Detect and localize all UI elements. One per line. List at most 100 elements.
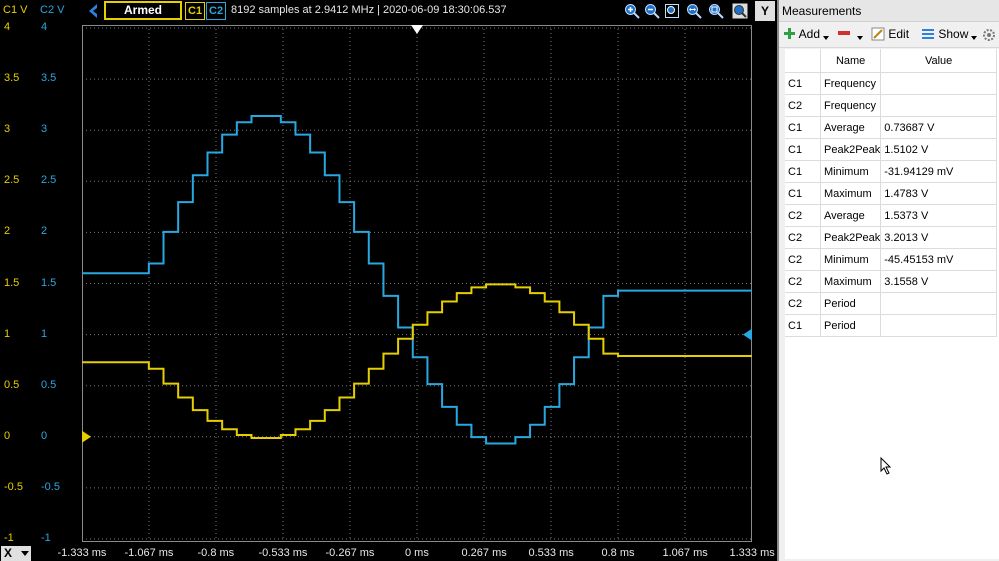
c2-y-tick-label: 3 <box>41 123 48 136</box>
value-cell: 1.4783 V <box>880 182 997 205</box>
value-cell: 3.2013 V <box>880 226 997 249</box>
table-row[interactable]: C1 Frequency <box>785 72 997 95</box>
gear-icon[interactable] <box>982 28 996 42</box>
add-measurement-button[interactable]: Add <box>783 27 830 41</box>
measurements-table: Name Value C1 Frequency C2 Frequency C1 Averag… <box>785 49 997 337</box>
value-cell: -31.94129 mV <box>880 160 997 183</box>
zoom-reset-icon[interactable] <box>732 3 748 19</box>
channel-cell: C2 <box>785 270 821 293</box>
zoom-box-icon[interactable] <box>664 3 680 19</box>
x-tick-label: 0.533 ms <box>528 547 574 559</box>
channel-cell: C2 <box>785 204 821 227</box>
table-row[interactable]: C2 Period <box>785 292 997 315</box>
channel-c1-tag[interactable]: C1 <box>185 2 205 20</box>
c2-y-tick-label: 3.5 <box>41 72 57 85</box>
table-row[interactable]: C2 Minimum -45.45153 mV <box>785 248 997 271</box>
table-row[interactable]: C1 Minimum -31.94129 mV <box>785 160 997 183</box>
name-cell: Frequency <box>820 72 882 95</box>
chevron-down-icon <box>21 551 29 556</box>
minus-icon <box>838 31 850 35</box>
c2-axis-header: C2 V <box>40 4 65 16</box>
plus-icon <box>784 28 795 39</box>
column-header[interactable]: Value <box>880 49 997 73</box>
table-row[interactable]: C1 Average 0.73687 V <box>785 116 997 139</box>
channel-cell: C1 <box>785 314 821 337</box>
show-label: Show <box>938 27 969 41</box>
value-cell: -45.45153 mV <box>880 248 997 271</box>
c2-y-tick-label: -1 <box>41 532 51 544</box>
name-cell: Maximum <box>820 182 882 205</box>
edit-icon <box>871 27 885 41</box>
scope-toolbar: C1 V C2 V Armed C1 C2 8192 samples at 2.… <box>0 0 777 22</box>
edit-label: Edit <box>888 27 910 41</box>
add-label: Add <box>798 27 821 41</box>
c1-y-tick-label: 2.5 <box>4 174 20 187</box>
measurements-table-container: Name Value C1 Frequency C2 Frequency C1 Averag… <box>785 49 999 559</box>
c1-y-tick-label: 0.5 <box>4 378 20 391</box>
x-tick-label: 0 ms <box>405 547 429 559</box>
table-row[interactable]: C2 Maximum 3.1558 V <box>785 270 997 293</box>
table-row[interactable]: C1 Peak2Peak 1.5102 V <box>785 138 997 161</box>
mouse-cursor-icon <box>880 457 892 475</box>
zoom-fit-icon[interactable] <box>708 3 724 19</box>
channel-cell: C2 <box>785 226 821 249</box>
name-cell: Maximum <box>820 270 882 293</box>
measurements-toolbar: Add Edit Show <box>779 23 999 48</box>
c2-y-tick-label: 0.5 <box>41 378 57 391</box>
x-tick-label: 0.267 ms <box>461 547 507 559</box>
table-row[interactable]: C1 Maximum 1.4783 V <box>785 182 997 205</box>
c1-y-tick-label: 1.5 <box>4 276 20 289</box>
value-cell <box>880 72 997 95</box>
c1-y-tick-label: 3 <box>4 123 11 136</box>
c2-y-tick-label: 2 <box>41 225 48 238</box>
scope-view[interactable]: C1 V C2 V Armed C1 C2 8192 samples at 2.… <box>0 0 777 561</box>
c2-y-tick-label: 0 <box>41 429 48 442</box>
name-cell: Period <box>820 314 882 337</box>
edit-measurement-button[interactable]: Edit <box>871 27 909 41</box>
zoom-out-icon[interactable] <box>644 3 660 19</box>
x-axis-button-label: X <box>4 546 13 560</box>
channel-c2-tag[interactable]: C2 <box>206 2 226 20</box>
x-tick-label: -0.8 ms <box>197 547 235 559</box>
x-axis-button[interactable]: X <box>1 546 31 561</box>
x-tick-label: 1.067 ms <box>662 547 708 559</box>
waveform-plot[interactable] <box>82 25 752 542</box>
table-header-row: Name Value <box>785 49 997 73</box>
x-axis-bar <box>0 545 777 561</box>
list-icon <box>922 29 934 39</box>
name-cell: Average <box>820 116 882 139</box>
trigger-status[interactable]: Armed <box>104 1 182 20</box>
value-cell: 1.5102 V <box>880 138 997 161</box>
plot-grid <box>82 25 752 542</box>
value-cell <box>880 314 997 337</box>
table-row[interactable]: C1 Period <box>785 314 997 337</box>
column-header[interactable]: Name <box>820 49 882 73</box>
show-measurement-button[interactable]: Show <box>921 27 978 41</box>
c1-y-tick-label: 0 <box>4 429 11 442</box>
value-cell <box>880 292 997 315</box>
c2-y-tick-label: 1.5 <box>41 276 57 289</box>
c1-y-tick-label: 1 <box>4 327 11 340</box>
x-tick-label: 0.8 ms <box>601 547 635 559</box>
channel-cell: C2 <box>785 292 821 315</box>
value-cell: 0.73687 V <box>880 116 997 139</box>
table-row[interactable]: C2 Peak2Peak 3.2013 V <box>785 226 997 249</box>
zoom-in-icon[interactable] <box>624 3 640 19</box>
channel-cell: C2 <box>785 248 821 271</box>
name-cell: Minimum <box>820 248 882 271</box>
x-tick-label: 1.333 ms <box>729 547 775 559</box>
remove-measurement-button[interactable] <box>837 27 864 41</box>
c2-y-tick-label: 1 <box>41 327 48 340</box>
measurements-panel: Measurements Add Edit Show Name Value C1 F… <box>779 0 999 561</box>
zoom-horizontal-icon[interactable] <box>686 3 702 19</box>
table-row[interactable]: C2 Frequency <box>785 94 997 117</box>
name-cell: Period <box>820 292 882 315</box>
c1-y-tick-label: -1 <box>4 532 14 544</box>
x-tick-label: -0.533 ms <box>258 547 308 559</box>
table-row[interactable]: C2 Average 1.5373 V <box>785 204 997 227</box>
back-arrow-icon[interactable] <box>86 2 102 20</box>
column-header[interactable] <box>785 49 821 73</box>
y-axis-button[interactable]: Y <box>755 1 775 21</box>
channel-cell: C1 <box>785 160 821 183</box>
c2-y-tick-label: 4 <box>41 21 48 33</box>
